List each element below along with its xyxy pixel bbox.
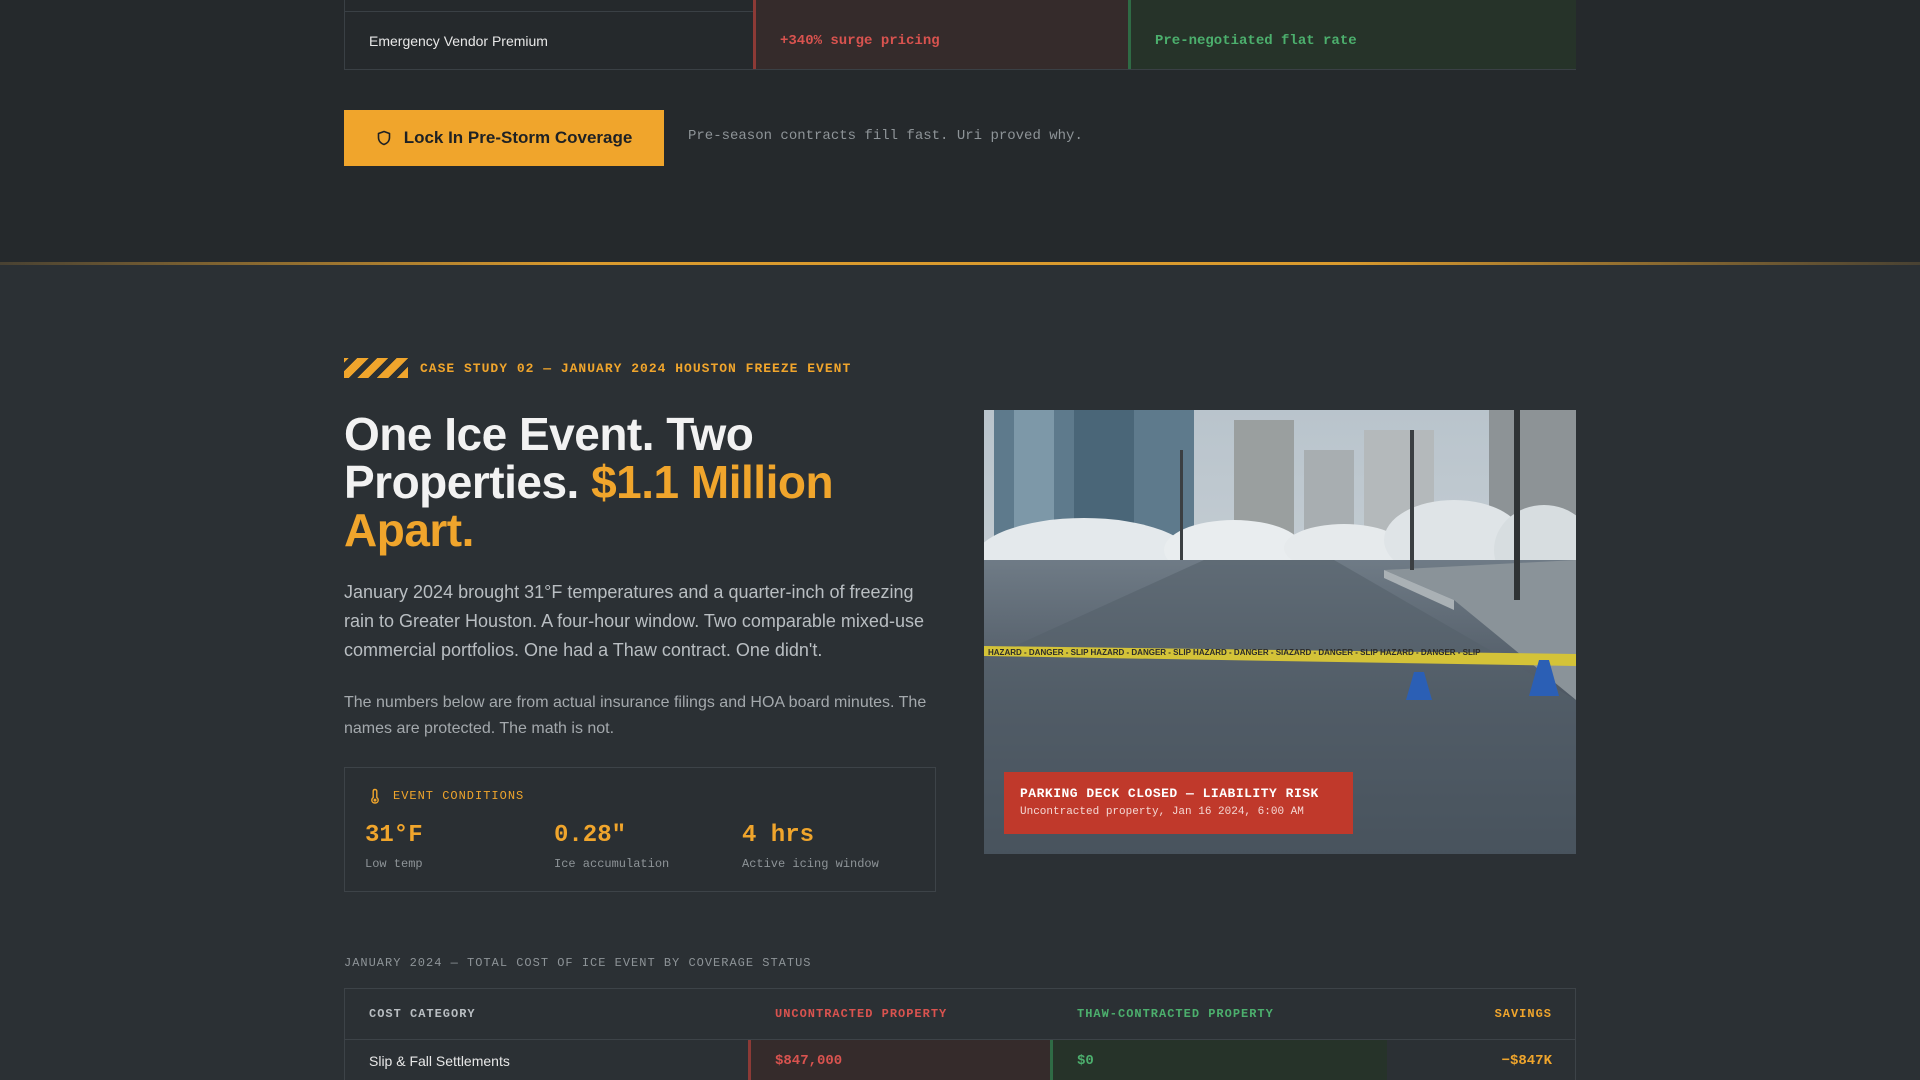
conditions-title: EVENT CONDITIONS — [393, 789, 525, 803]
vendor-row-label: Emergency Vendor Premium — [369, 32, 548, 49]
row-uncontracted: $847,000 — [748, 1040, 1050, 1080]
table-divider — [345, 0, 753, 12]
stat-low-temp: 31°F Low temp — [365, 822, 423, 871]
vendor-row-contracted: Pre-negotiated flat rate — [1128, 0, 1576, 69]
thermometer-icon — [371, 788, 379, 804]
stat-label: Active icing window — [742, 857, 879, 871]
stat-value: 0.28" — [554, 822, 627, 849]
event-conditions-card: EVENT CONDITIONS 31°F Low temp 0.28" Ice… — [344, 767, 936, 892]
stat-value: 31°F — [365, 822, 423, 849]
row-savings: −$847K — [1501, 1052, 1552, 1069]
eyebrow-text: CASE STUDY 02 — JANUARY 2024 HOUSTON FRE… — [420, 360, 852, 376]
shield-icon — [377, 130, 390, 146]
pricing-comparison-section: Emergency Vendor Premium +340% surge pri… — [0, 0, 1920, 262]
header-cost-category: COST CATEGORY — [345, 989, 748, 1040]
vendor-row-uncontracted: +340% surge pricing — [753, 0, 1128, 69]
stat-label: Low temp — [365, 857, 423, 871]
cost-table: COST CATEGORY UNCONTRACTED PROPERTY THAW… — [344, 988, 1576, 1080]
stat-label: Ice accumulation — [554, 857, 670, 871]
stat-value: 4 hrs — [742, 822, 815, 849]
case-study-headline: One Ice Event. Two Properties. $1.1 Mill… — [344, 410, 944, 554]
caption-title: PARKING DECK CLOSED — LIABILITY RISK — [1020, 786, 1319, 801]
header-uncontracted: UNCONTRACTED PROPERTY — [748, 989, 1050, 1040]
stat-ice-accumulation: 0.28" Ice accumulation — [554, 822, 669, 871]
caption-subtitle: Uncontracted property, Jan 16 2024, 6:00… — [1020, 806, 1304, 818]
header-contracted: THAW-CONTRACTED PROPERTY — [1050, 989, 1387, 1040]
stat-icing-window: 4 hrs Active icing window — [742, 822, 879, 871]
lock-in-coverage-button[interactable]: Lock In Pre-Storm Coverage — [344, 110, 664, 166]
case-study-eyebrow: CASE STUDY 02 — JANUARY 2024 HOUSTON FRE… — [344, 358, 851, 378]
row-contracted: $0 — [1050, 1040, 1387, 1080]
icy-parking-deck-photo: HAZARD - DANGER - SLIP HAZARD - DANGER -… — [984, 410, 1576, 854]
section-divider — [0, 262, 1920, 265]
header-savings: SAVINGS — [1387, 989, 1576, 1040]
row-category: Slip & Fall Settlements — [369, 1052, 510, 1069]
caution-tape-text: HAZARD - DANGER - SLIP HAZARD - DANGER -… — [988, 648, 1481, 657]
hazard-stripes-icon — [344, 358, 408, 378]
vendor-premium-table: Emergency Vendor Premium +340% surge pri… — [344, 0, 1576, 70]
conditions-header: EVENT CONDITIONS — [369, 788, 524, 804]
photo-caption: PARKING DECK CLOSED — LIABILITY RISK Unc… — [1004, 772, 1353, 834]
lock-in-coverage-label: Lock In Pre-Storm Coverage — [403, 128, 633, 147]
cta-note: Pre-season contracts fill fast. Uri prov… — [688, 128, 1083, 144]
case-study-sub: The numbers below are from actual insura… — [344, 694, 927, 737]
case-study-lead: January 2024 brought 31°F temperatures a… — [344, 582, 924, 660]
cost-table-title: JANUARY 2024 — TOTAL COST OF ICE EVENT B… — [344, 956, 812, 970]
